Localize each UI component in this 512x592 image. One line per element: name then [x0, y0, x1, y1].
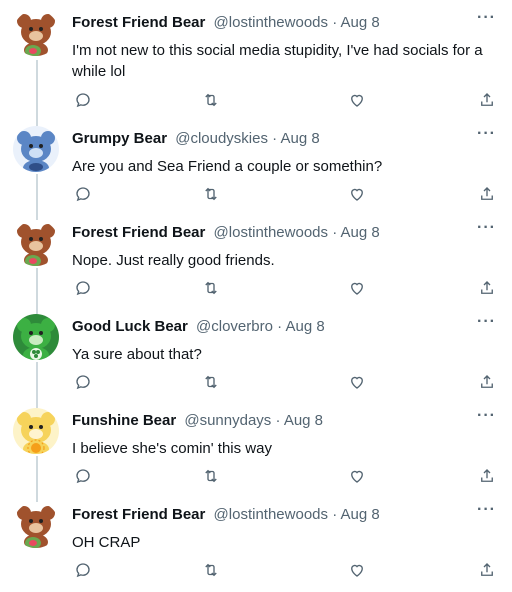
- more-options-icon[interactable]: ···: [477, 501, 496, 519]
- handle[interactable]: @lostinthewoods: [214, 224, 328, 241]
- reply-icon[interactable]: [74, 561, 94, 581]
- timestamp[interactable]: Aug 8: [341, 14, 380, 31]
- separator: ·: [277, 318, 283, 335]
- timestamp[interactable]: Aug 8: [284, 412, 323, 429]
- tweet[interactable]: Good Luck Bear @cloverbro · Aug 8 ··· Ya…: [0, 302, 512, 400]
- tweet-text: I'm not new to this social media stupidi…: [72, 42, 483, 80]
- tweet-actions: [72, 279, 496, 299]
- tweet-actions: [72, 467, 496, 487]
- tweet-actions: [72, 561, 496, 581]
- thread-line: [36, 114, 38, 126]
- timestamp[interactable]: Aug 8: [341, 224, 380, 241]
- tweet-actions: [72, 373, 496, 393]
- tweet[interactable]: Grumpy Bear @cloudyskies · Aug 8 ··· Are…: [0, 114, 512, 212]
- reply-icon[interactable]: [74, 185, 94, 205]
- reply-icon[interactable]: [74, 373, 94, 393]
- tweet-header: Forest Friend Bear @lostinthewoods · Aug…: [72, 223, 472, 243]
- thread-line: [36, 208, 38, 220]
- reply-icon[interactable]: [74, 279, 94, 299]
- tweet-header: Good Luck Bear @cloverbro · Aug 8: [72, 317, 472, 337]
- separator: ·: [332, 14, 338, 31]
- tweet-actions: [72, 91, 496, 111]
- handle[interactable]: @lostinthewoods: [214, 506, 328, 523]
- thread-line: [36, 60, 38, 118]
- display-name[interactable]: Forest Friend Bear: [72, 14, 205, 31]
- retweet-icon[interactable]: [202, 561, 222, 581]
- tweet-header: Forest Friend Bear @lostinthewoods · Aug…: [72, 13, 472, 33]
- display-name[interactable]: Funshine Bear: [72, 412, 176, 429]
- thread-line: [36, 490, 38, 502]
- tweet-text: Ya sure about that?: [72, 346, 202, 363]
- avatar[interactable]: [13, 10, 59, 56]
- more-options-icon[interactable]: ···: [477, 125, 496, 143]
- handle[interactable]: @cloverbro: [196, 318, 273, 335]
- thread-line: [36, 362, 38, 400]
- separator: ·: [332, 506, 338, 523]
- avatar[interactable]: [13, 502, 59, 548]
- thread-line: [36, 268, 38, 306]
- display-name[interactable]: Forest Friend Bear: [72, 224, 205, 241]
- tweet[interactable]: Funshine Bear @sunnydays · Aug 8 ··· I b…: [0, 396, 512, 494]
- tweet-header: Grumpy Bear @cloudyskies · Aug 8: [72, 129, 472, 149]
- thread-line: [36, 302, 38, 314]
- like-icon[interactable]: [348, 279, 368, 299]
- display-name[interactable]: Forest Friend Bear: [72, 506, 205, 523]
- like-icon[interactable]: [348, 561, 368, 581]
- thread-line: [36, 396, 38, 408]
- share-icon[interactable]: [478, 91, 498, 111]
- handle[interactable]: @cloudyskies: [175, 130, 268, 147]
- like-icon[interactable]: [348, 91, 368, 111]
- timestamp[interactable]: Aug 8: [341, 506, 380, 523]
- tweet[interactable]: Forest Friend Bear @lostinthewoods · Aug…: [0, 490, 512, 592]
- timestamp[interactable]: Aug 8: [281, 130, 320, 147]
- share-icon[interactable]: [478, 373, 498, 393]
- retweet-icon[interactable]: [202, 185, 222, 205]
- thread-line: [36, 456, 38, 494]
- share-icon[interactable]: [478, 185, 498, 205]
- tweet-actions: [72, 185, 496, 205]
- share-icon[interactable]: [478, 467, 498, 487]
- tweet-header: Funshine Bear @sunnydays · Aug 8: [72, 411, 472, 431]
- retweet-icon[interactable]: [202, 91, 222, 111]
- more-options-icon[interactable]: ···: [477, 313, 496, 331]
- retweet-icon[interactable]: [202, 373, 222, 393]
- handle[interactable]: @sunnydays: [184, 412, 271, 429]
- separator: ·: [332, 224, 338, 241]
- thread-line: [36, 174, 38, 212]
- share-icon[interactable]: [478, 279, 498, 299]
- like-icon[interactable]: [348, 373, 368, 393]
- like-icon[interactable]: [348, 467, 368, 487]
- tweet-text: Are you and Sea Friend a couple or somet…: [72, 158, 383, 175]
- handle[interactable]: @lostinthewoods: [214, 14, 328, 31]
- avatar[interactable]: [13, 408, 59, 454]
- separator: ·: [272, 130, 278, 147]
- timestamp[interactable]: Aug 8: [285, 318, 324, 335]
- tweet[interactable]: Forest Friend Bear @lostinthewoods · Aug…: [0, 0, 512, 118]
- tweet-text: I believe she's comin' this way: [72, 440, 272, 457]
- avatar[interactable]: [13, 220, 59, 266]
- tweet-thread: Forest Friend Bear @lostinthewoods · Aug…: [0, 0, 512, 592]
- tweet-text: OH CRAP: [72, 534, 141, 551]
- avatar[interactable]: [13, 314, 59, 360]
- display-name[interactable]: Good Luck Bear: [72, 318, 188, 335]
- more-options-icon[interactable]: ···: [477, 9, 496, 27]
- retweet-icon[interactable]: [202, 467, 222, 487]
- like-icon[interactable]: [348, 185, 368, 205]
- retweet-icon[interactable]: [202, 279, 222, 299]
- separator: ·: [275, 412, 281, 429]
- reply-icon[interactable]: [74, 91, 94, 111]
- display-name[interactable]: Grumpy Bear: [72, 130, 167, 147]
- reply-icon[interactable]: [74, 467, 94, 487]
- more-options-icon[interactable]: ···: [477, 219, 496, 237]
- more-options-icon[interactable]: ···: [477, 407, 496, 425]
- share-icon[interactable]: [478, 561, 498, 581]
- tweet-header: Forest Friend Bear @lostinthewoods · Aug…: [72, 505, 472, 525]
- tweet[interactable]: Forest Friend Bear @lostinthewoods · Aug…: [0, 208, 512, 306]
- tweet-text: Nope. Just really good friends.: [72, 252, 275, 269]
- avatar[interactable]: [13, 126, 59, 172]
